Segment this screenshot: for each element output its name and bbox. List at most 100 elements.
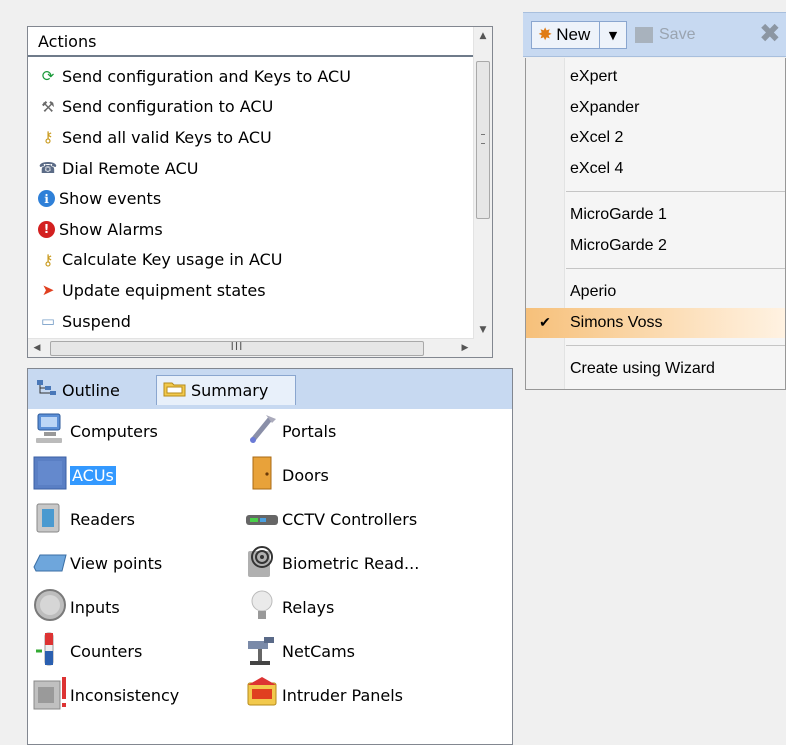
- check-icon: ✔: [539, 314, 551, 330]
- action-item[interactable]: ➤ Update equipment states: [38, 275, 472, 306]
- action-item[interactable]: ⟳ Send configuration and Keys to ACU: [38, 61, 472, 92]
- outline-item-label: Biometric Read...: [282, 553, 420, 573]
- right-panel: ✸ New ▼ Save ✖ eXpert eXpander eXcel 2 eXce…: [523, 0, 786, 745]
- bulb-icon: [244, 587, 282, 627]
- menu-item-label: Create using Wizard: [570, 360, 715, 377]
- outline-item[interactable]: Doors: [244, 455, 329, 495]
- outline-item[interactable]: Computers: [32, 411, 158, 451]
- menu-item[interactable]: ✔ Simons Voss: [526, 307, 785, 338]
- actions-header: Actions: [28, 27, 474, 57]
- outline-item-label: ACUs: [70, 465, 116, 485]
- info-icon: ℹ: [38, 190, 55, 208]
- outline-item[interactable]: Readers: [32, 499, 135, 539]
- action-label: Show Alarms: [59, 219, 163, 239]
- menu-separator: [566, 268, 785, 269]
- outline-item[interactable]: Portals: [244, 411, 336, 451]
- menu-item[interactable]: eXpert: [526, 62, 785, 92]
- menu-item-label: MicroGarde 2: [570, 236, 667, 254]
- outline-item-label: Inputs: [70, 597, 120, 617]
- action-label: Send configuration and Keys to ACU: [62, 66, 351, 86]
- outline-item[interactable]: ACUs: [32, 455, 116, 495]
- vertical-scrollbar[interactable]: ▲ ▼: [473, 27, 492, 339]
- outline-item[interactable]: Inputs: [32, 587, 120, 627]
- action-item[interactable]: ⚒ Send configuration to ACU: [38, 92, 472, 123]
- outline-item-label: Relays: [282, 597, 335, 617]
- outline-item-label: Counters: [70, 641, 143, 661]
- action-label: Dial Remote ACU: [62, 158, 199, 178]
- action-label: Calculate Key usage in ACU: [62, 250, 283, 270]
- acu-icon: [32, 455, 70, 495]
- menu-item[interactable]: eXcel 4: [526, 154, 785, 184]
- new-button[interactable]: ✸ New ▼: [531, 21, 627, 49]
- grip-icon: III: [230, 340, 244, 353]
- action-item[interactable]: ⚷ Send all valid Keys to ACU: [38, 122, 472, 153]
- outline-item-label: NetCams: [282, 641, 355, 661]
- hscrollbar-thumb[interactable]: III: [50, 340, 424, 356]
- horizontal-scrollbar[interactable]: ◀ III ▶: [28, 338, 474, 357]
- menu-item[interactable]: MicroGarde 1: [526, 200, 785, 230]
- scroll-left-icon[interactable]: ◀: [28, 339, 46, 357]
- outline-item-label: Readers: [70, 509, 135, 529]
- tab-summary-label: Summary: [191, 381, 269, 400]
- menu-item[interactable]: Aperio: [526, 277, 785, 307]
- action-item[interactable]: ℹ Show events: [38, 183, 472, 214]
- action-item[interactable]: ☎ Dial Remote ACU: [38, 153, 472, 184]
- action-item[interactable]: ⚷ Calculate Key usage in ACU: [38, 245, 472, 276]
- menu-separator: [566, 191, 785, 192]
- outline-item-label: Portals: [282, 421, 337, 441]
- scroll-down-icon[interactable]: ▼: [474, 321, 492, 339]
- update-icon: ➤: [41, 281, 55, 300]
- delete-icon[interactable]: ✖: [759, 19, 781, 49]
- tree-icon: [36, 379, 58, 401]
- key-icon: ⚷: [42, 250, 54, 269]
- alarm-icon: !: [38, 220, 55, 238]
- new-dropdown-menu: eXpert eXpander eXcel 2 eXcel 4 MicroGarde 1…: [525, 58, 786, 390]
- menu-item-label: eXcel 2: [570, 129, 624, 146]
- outline-item[interactable]: Inconsistency: [32, 675, 179, 715]
- menu-item[interactable]: eXcel 2: [526, 123, 785, 153]
- new-dropdown-arrow[interactable]: ▼: [599, 22, 626, 48]
- action-label: Send configuration to ACU: [62, 97, 274, 117]
- scrollbar-thumb[interactable]: [476, 61, 490, 219]
- outline-item[interactable]: Biometric Read...: [244, 543, 419, 583]
- menu-item[interactable]: MicroGarde 2: [526, 231, 785, 261]
- outline-item[interactable]: Counters: [32, 631, 142, 671]
- action-label: Update equipment states: [62, 280, 266, 300]
- netcam-icon: [244, 631, 282, 671]
- menu-separator: [566, 345, 785, 346]
- splitter[interactable]: [513, 0, 523, 745]
- grip-icon: [481, 134, 485, 144]
- tab-summary[interactable]: Summary: [156, 375, 296, 405]
- actions-panel: Actions ⟳ Send configuration and Keys to …: [27, 26, 493, 358]
- scroll-up-icon[interactable]: ▲: [474, 27, 492, 45]
- menu-item-label: eXpander: [570, 98, 640, 116]
- outline-item[interactable]: CCTV Controllers: [244, 499, 417, 539]
- save-button[interactable]: Save: [635, 21, 695, 49]
- menu-item[interactable]: Create using Wizard: [526, 354, 785, 384]
- outline-item[interactable]: Intruder Panels: [244, 675, 403, 715]
- scroll-corner: [474, 339, 492, 357]
- computer-icon: [32, 411, 70, 451]
- reader-icon: [32, 499, 70, 539]
- menu-item-label: Simons Voss: [570, 313, 663, 331]
- menu-item-label: MicroGarde 1: [570, 206, 667, 223]
- counter-icon: [32, 631, 70, 671]
- action-item[interactable]: ▭ Suspend: [38, 306, 472, 337]
- action-label: Show events: [59, 189, 162, 209]
- outline-item[interactable]: View points: [32, 543, 162, 583]
- outline-item-label: Doors: [282, 465, 329, 485]
- intruder-icon: [244, 675, 282, 715]
- scroll-right-icon[interactable]: ▶: [456, 339, 474, 357]
- folder-icon: [163, 380, 187, 402]
- outline-item[interactable]: NetCams: [244, 631, 355, 671]
- tab-outline[interactable]: Outline: [30, 375, 150, 405]
- outline-panel: Outline Summary Computers Portals ACUs Door…: [27, 368, 513, 745]
- outline-item[interactable]: Relays: [244, 587, 334, 627]
- outline-items: Computers Portals ACUs Doors Readers CCTV Con…: [28, 409, 512, 744]
- menu-item-label: eXpert: [570, 68, 618, 85]
- door-icon: [244, 455, 282, 495]
- key-icon: ⚷: [42, 128, 54, 147]
- action-item[interactable]: ! Show Alarms: [38, 214, 472, 245]
- outline-item-label: CCTV Controllers: [282, 509, 418, 529]
- menu-item[interactable]: eXpander: [526, 93, 785, 123]
